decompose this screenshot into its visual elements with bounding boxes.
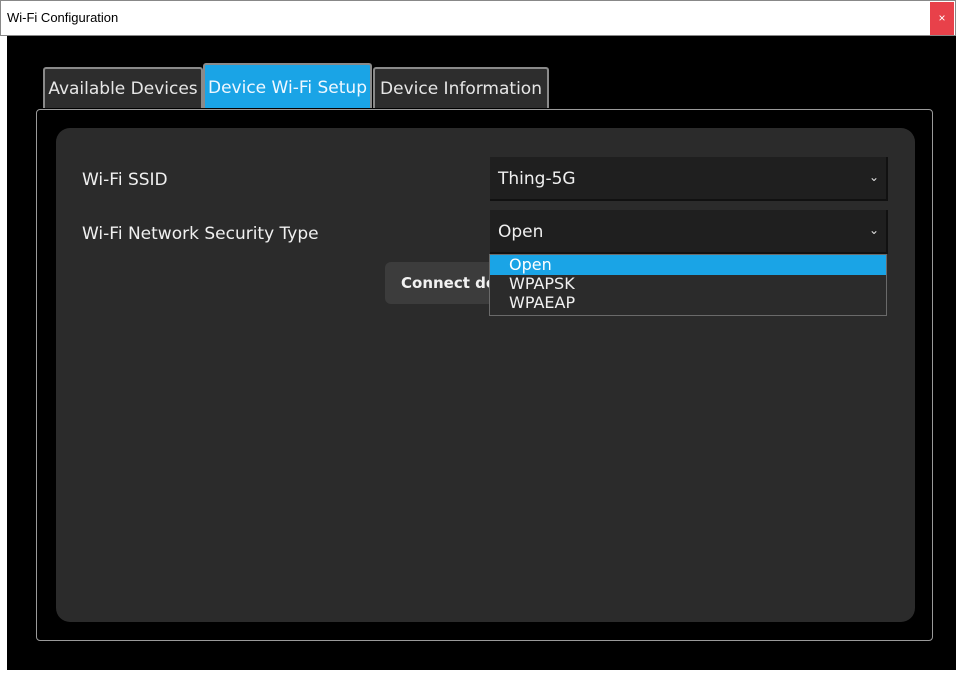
- tab-device-information[interactable]: Device Information: [373, 67, 549, 108]
- wifi-setup-card: Wi-Fi SSID Thing-5G ⌄ Wi-Fi Network Secu…: [56, 128, 915, 622]
- title-bar: Wi-Fi Configuration ×: [0, 0, 956, 36]
- security-type-select-value: Open: [498, 222, 544, 242]
- security-type-dropdown-list: Open WPAPSK WPAEAP: [489, 254, 887, 316]
- ssid-label: Wi-Fi SSID: [82, 170, 168, 190]
- tab-panel: Wi-Fi SSID Thing-5G ⌄ Wi-Fi Network Secu…: [36, 109, 933, 641]
- ssid-select[interactable]: Thing-5G ⌄: [490, 157, 888, 201]
- wifi-configuration-window: Wi-Fi Configuration × Available Devices …: [0, 0, 956, 673]
- chevron-down-icon: ⌄: [868, 170, 879, 184]
- tab-available-devices[interactable]: Available Devices: [43, 67, 203, 108]
- close-button[interactable]: ×: [930, 2, 954, 35]
- security-option-wpaeap[interactable]: WPAEAP: [490, 293, 886, 313]
- chevron-down-icon: ⌄: [868, 223, 879, 237]
- security-type-label: Wi-Fi Network Security Type: [82, 224, 319, 244]
- window-title: Wi-Fi Configuration: [7, 10, 119, 25]
- tab-device-wifi-setup[interactable]: Device Wi-Fi Setup: [203, 63, 372, 108]
- window-client-area: Available Devices Device Wi-Fi Setup Dev…: [7, 36, 956, 670]
- security-option-open[interactable]: Open: [490, 255, 886, 275]
- security-option-wpapsk[interactable]: WPAPSK: [490, 274, 886, 294]
- security-type-select[interactable]: Open ⌄: [490, 210, 888, 254]
- connect-device-button[interactable]: Connect device: [385, 262, 505, 304]
- ssid-select-value: Thing-5G: [498, 169, 576, 189]
